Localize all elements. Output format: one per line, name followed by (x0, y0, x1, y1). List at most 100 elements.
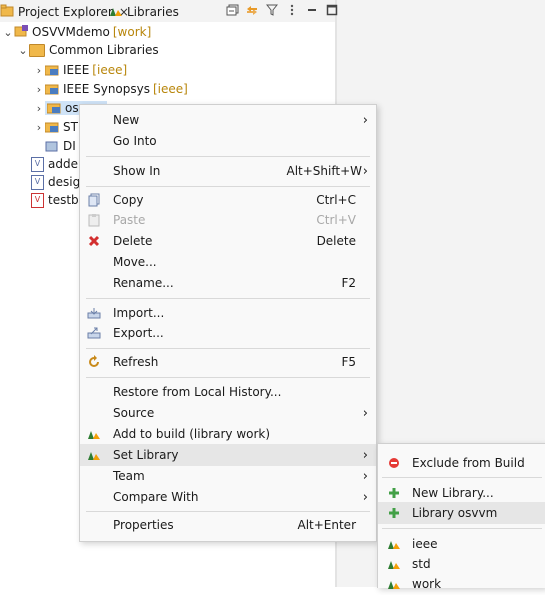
link-with-editor-icon[interactable] (245, 3, 259, 17)
library-folder-icon (46, 102, 61, 114)
filter-icon[interactable] (265, 3, 279, 17)
chevron-right-icon: › (362, 468, 368, 484)
tree-common-libraries-row[interactable]: ⌄ Common Libraries (17, 40, 159, 60)
menu-item-refresh[interactable]: Refresh F5 (80, 351, 376, 373)
menu-item-show-in[interactable]: Show In Alt+Shift+W › (80, 160, 376, 182)
menu-item-new[interactable]: New › (80, 109, 376, 131)
menu-separator (382, 528, 542, 529)
set-library-submenu: Exclude from Build New Library... Librar… (377, 443, 545, 591)
export-icon (86, 325, 102, 341)
library-folder-icon (44, 83, 59, 95)
chevron-right-icon[interactable]: › (33, 121, 45, 134)
library-name: IEEE (63, 63, 90, 77)
chevron-right-icon: › (362, 112, 368, 128)
minimize-icon[interactable] (305, 3, 319, 17)
menu-item-compare-with[interactable]: Compare With › (80, 486, 376, 508)
library-folder-icon (44, 121, 59, 133)
library-decor: [ieee] (92, 63, 128, 77)
library-folder-icon (44, 64, 59, 76)
menu-separator (86, 298, 370, 299)
library-name: ST (63, 120, 78, 134)
paste-icon (86, 212, 102, 228)
chevron-right-icon: › (362, 405, 368, 421)
menu-item-move[interactable]: Move... (80, 251, 376, 273)
menu-separator (382, 477, 542, 478)
tree-library-row[interactable]: DI (45, 136, 76, 156)
library-name: DI (63, 139, 76, 153)
chevron-right-icon: › (362, 163, 368, 179)
libraries-icon (109, 5, 123, 20)
menu-item-source[interactable]: Source › (80, 402, 376, 424)
menu-item-rename[interactable]: Rename... F2 (80, 272, 376, 294)
library-decor: [ieee] (153, 82, 188, 96)
chevron-right-icon: › (362, 489, 368, 505)
project-icon (14, 24, 29, 40)
vhdl-file-icon: V (31, 156, 44, 172)
menu-item-delete[interactable]: Delete Delete (80, 230, 376, 252)
menu-item-team[interactable]: Team › (80, 465, 376, 487)
file-name: adde (48, 157, 78, 171)
tree-file-row[interactable]: V testb (31, 190, 79, 210)
tree-library-row[interactable]: › ST (33, 117, 78, 137)
file-name: desig (48, 175, 81, 189)
refresh-icon (86, 354, 102, 370)
submenu-item-ieee[interactable]: ieee (378, 533, 545, 555)
menu-item-copy[interactable]: Copy Ctrl+C (80, 189, 376, 211)
submenu-item-work[interactable]: work (378, 573, 545, 595)
add-icon (386, 485, 402, 501)
chevron-right-icon[interactable]: › (33, 64, 45, 77)
tree-project-row[interactable]: ⌄ OSVVMdemo [work] (2, 22, 151, 42)
collapse-all-icon[interactable] (225, 3, 239, 17)
library-icon (45, 140, 59, 152)
menu-separator (86, 377, 370, 378)
menu-separator (86, 156, 370, 157)
import-icon (86, 305, 102, 321)
file-name: testb (48, 193, 79, 207)
chevron-down-icon[interactable]: ⌄ (17, 44, 29, 57)
tree-file-row[interactable]: V adde (31, 154, 78, 174)
folder-icon (29, 43, 45, 57)
menu-item-go-into[interactable]: Go Into (80, 130, 376, 152)
project-name: OSVVMdemo (32, 25, 110, 39)
menu-item-paste[interactable]: Paste Ctrl+V (80, 209, 376, 231)
menu-item-export[interactable]: Export... (80, 322, 376, 344)
view-tab-bar: Project Explorer × Libraries (0, 0, 338, 22)
menu-item-set-library[interactable]: Set Library › (80, 444, 376, 466)
menu-item-add-to-build[interactable]: Add to build (library work) (80, 423, 376, 445)
tab-label: Project Explorer (18, 5, 113, 19)
context-menu: New › Go Into Show In Alt+Shift+W › Copy… (79, 104, 377, 542)
chevron-down-icon[interactable]: ⌄ (2, 26, 14, 39)
library-name: IEEE Synopsys (63, 82, 150, 96)
tree-file-row[interactable]: V desig (31, 172, 80, 192)
chevron-right-icon[interactable]: › (33, 102, 45, 115)
tab-libraries[interactable]: Libraries (109, 2, 179, 22)
library-icon (386, 556, 402, 572)
library-icon (386, 536, 402, 552)
menu-item-properties[interactable]: Properties Alt+Enter (80, 514, 376, 536)
submenu-item-new-library[interactable]: New Library... (378, 482, 545, 504)
chevron-right-icon[interactable]: › (33, 83, 45, 96)
project-decor: [work] (112, 25, 152, 39)
menu-separator (86, 511, 370, 512)
library-icon (386, 576, 402, 592)
menu-item-import[interactable]: Import... (80, 302, 376, 324)
submenu-item-std[interactable]: std (378, 553, 545, 575)
tree-library-row[interactable]: › IEEE [ieee] (33, 60, 127, 80)
vhdl-testbench-icon: V (31, 192, 44, 208)
view-toolbar (225, 3, 339, 17)
tree-library-row[interactable]: › IEEE Synopsys [ieee] (33, 79, 188, 99)
exclude-icon (386, 455, 402, 471)
project-explorer-icon (0, 4, 14, 20)
menu-separator (86, 186, 370, 187)
menu-item-restore-local-history[interactable]: Restore from Local History... (80, 381, 376, 403)
delete-icon (86, 233, 102, 249)
common-libraries-label: Common Libraries (49, 43, 159, 57)
view-menu-icon[interactable] (285, 3, 299, 17)
menu-separator (86, 348, 370, 349)
maximize-icon[interactable] (325, 3, 339, 17)
submenu-item-library-osvvm[interactable]: Library osvvm (378, 502, 545, 524)
tab-label: Libraries (127, 5, 179, 19)
library-icon (86, 426, 102, 442)
submenu-item-exclude-from-build[interactable]: Exclude from Build (378, 452, 545, 474)
chevron-right-icon: › (362, 447, 368, 463)
